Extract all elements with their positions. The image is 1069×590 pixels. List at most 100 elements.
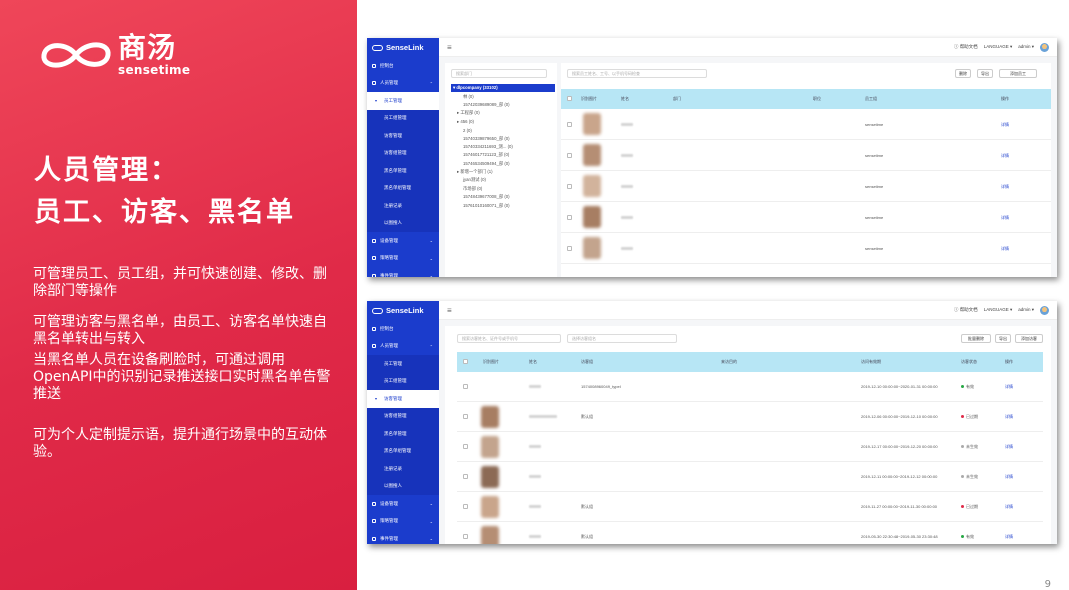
blurred-name: [529, 505, 541, 508]
tree-node[interactable]: 15740339879650_部 (0): [451, 134, 555, 142]
tree-node[interactable]: jyan测试 (0): [451, 176, 555, 184]
sidebar-item-label: 以图搜人: [384, 220, 402, 226]
blurred-name: [621, 123, 633, 126]
user-menu[interactable]: admin ▾: [1018, 44, 1034, 50]
avatar[interactable]: [1040, 305, 1049, 315]
sidebar-item[interactable]: 设备管理 ⌄: [367, 232, 439, 250]
help-link[interactable]: ⓘ 帮助文档: [954, 307, 978, 313]
sidebar-item[interactable]: 黑名单管理: [367, 425, 439, 443]
group-cell: sensetime: [865, 122, 884, 127]
row-checkbox[interactable]: [567, 246, 572, 251]
sidebar-item[interactable]: 员工组管理: [367, 372, 439, 390]
tree-node[interactable]: ▸ 新增一个部门 (1): [451, 168, 555, 176]
help-link[interactable]: ⓘ 帮助文档: [954, 44, 978, 50]
sidebar-item[interactable]: 黑名单组管理: [367, 179, 439, 197]
batch-delete-button[interactable]: 批量删除: [961, 334, 991, 343]
export-button[interactable]: 导出: [977, 69, 993, 78]
row-checkbox[interactable]: [463, 474, 468, 479]
row-checkbox[interactable]: [567, 215, 572, 220]
visitor-search-input[interactable]: 搜索访客姓名、证件号或手机号: [457, 334, 561, 343]
detail-link[interactable]: 详情: [1001, 184, 1009, 190]
table-row: 默认组 2019-05-30 22:30:48~2019-05-30 23:30:…: [457, 522, 1043, 544]
employee-search-input[interactable]: 搜索员工姓名、工号、以手机号码检查: [567, 69, 707, 78]
tree-node[interactable]: 15740334211693_测... (0): [451, 143, 555, 151]
tree-node[interactable]: 15746534509494_部 (0): [451, 160, 555, 168]
department-search-input[interactable]: 搜索部门: [451, 69, 547, 78]
sidebar-item[interactable]: 访客组管理: [367, 144, 439, 162]
add-employee-button[interactable]: 添加员工: [999, 69, 1037, 78]
row-checkbox[interactable]: [567, 184, 572, 189]
add-visitor-button[interactable]: 添加访客: [1015, 334, 1043, 343]
sidebar-item[interactable]: ▾ 访客管理: [367, 390, 439, 408]
delete-button[interactable]: 删除: [955, 69, 971, 78]
face-photo: [583, 144, 601, 166]
tree-node[interactable]: 15761010160071_部 (0): [451, 201, 555, 209]
desc-paragraph-3: 当黑名单人员在设备刷脸时，可通过调用OpenAPI中的识别记录推送接口实时黑名单…: [33, 352, 331, 402]
avatar[interactable]: [1040, 42, 1049, 52]
detail-link[interactable]: 详情: [1001, 246, 1009, 252]
row-checkbox[interactable]: [463, 384, 468, 389]
user-menu[interactable]: admin ▾: [1018, 307, 1034, 313]
sidebar-item-label: 黑名单组管理: [384, 185, 411, 191]
row-checkbox[interactable]: [463, 444, 468, 449]
detail-link[interactable]: 详情: [1005, 534, 1013, 540]
menu-toggle-icon[interactable]: ≡: [447, 43, 452, 52]
tree-node[interactable]: 市场部 (0): [451, 185, 555, 193]
tree-node[interactable]: 15746017721123_部 (0): [451, 151, 555, 159]
tree-node[interactable]: 15742039689089_部 (0): [451, 101, 555, 109]
detail-link[interactable]: 详情: [1001, 215, 1009, 221]
row-checkbox[interactable]: [567, 153, 572, 158]
status-dot: [961, 505, 964, 508]
tree-node[interactable]: ▸ 456 (0): [451, 118, 555, 126]
language-select[interactable]: LANGUAGE ▾: [984, 44, 1013, 50]
column-header: 部门: [673, 96, 681, 101]
row-checkbox[interactable]: [567, 122, 572, 127]
tree-node[interactable]: ▸ 工程部 (0): [451, 109, 555, 117]
sidebar-item[interactable]: 控制台: [367, 320, 439, 338]
detail-link[interactable]: 详情: [1005, 504, 1013, 510]
sidebar-item[interactable]: 员工管理: [367, 355, 439, 373]
detail-link[interactable]: 详情: [1001, 153, 1009, 159]
export-button[interactable]: 导出: [995, 334, 1011, 343]
visitor-group-select[interactable]: 选择访客组名: [567, 334, 677, 343]
sidebar-item[interactable]: 以图搜人: [367, 477, 439, 495]
sidebar-item[interactable]: 设备管理 ⌄: [367, 495, 439, 513]
sidebar-item[interactable]: 以图搜人: [367, 214, 439, 232]
sidebar-item[interactable]: 访客组管理: [367, 407, 439, 425]
main-content: 搜索部门 ▾ dlpcompany (33102) 林 (0) 1574203968…: [439, 57, 1057, 277]
tree-node[interactable]: 2 (0): [451, 126, 555, 134]
group-cell: 默认组: [581, 504, 593, 509]
sidebar-item[interactable]: 事件管理 ⌄: [367, 267, 439, 277]
row-checkbox[interactable]: [463, 504, 468, 509]
sidebar-item-label: 注册记录: [384, 465, 402, 471]
row-checkbox[interactable]: [463, 414, 468, 419]
tree-node[interactable]: 15748439677008_部 (0): [451, 193, 555, 201]
sidebar-item[interactable]: 黑名单管理: [367, 162, 439, 180]
sidebar-item[interactable]: 访客管理: [367, 127, 439, 145]
detail-link[interactable]: 详情: [1005, 474, 1013, 480]
sidebar-item[interactable]: 人员管理 ⌃: [367, 75, 439, 93]
language-select[interactable]: LANGUAGE ▾: [984, 307, 1013, 313]
select-all-checkbox[interactable]: [463, 359, 468, 364]
group-cell: sensetime: [865, 215, 884, 220]
sidebar-item[interactable]: 人员管理 ⌃: [367, 338, 439, 356]
tree-node[interactable]: 林 (0): [451, 92, 555, 100]
sidebar-item[interactable]: 注册记录: [367, 460, 439, 478]
select-all-checkbox[interactable]: [567, 96, 572, 101]
detail-link[interactable]: 详情: [1005, 384, 1013, 390]
menu-toggle-icon[interactable]: ≡: [447, 306, 452, 315]
sidebar-item[interactable]: 控制台: [367, 57, 439, 75]
detail-link[interactable]: 详情: [1005, 414, 1013, 420]
sidebar-item[interactable]: 策略管理 ⌄: [367, 250, 439, 268]
sidebar-item[interactable]: 注册记录: [367, 197, 439, 215]
sidebar-item[interactable]: 黑名单组管理: [367, 442, 439, 460]
face-photo: [583, 237, 601, 259]
sidebar-item[interactable]: ▾ 员工管理: [367, 92, 439, 110]
detail-link[interactable]: 详情: [1005, 444, 1013, 450]
tree-node[interactable]: ▾ dlpcompany (33102): [451, 84, 555, 93]
sidebar-item[interactable]: 策略管理 ⌄: [367, 513, 439, 531]
detail-link[interactable]: 详情: [1001, 122, 1009, 128]
sidebar-item[interactable]: 员工组管理: [367, 109, 439, 127]
row-checkbox[interactable]: [463, 534, 468, 539]
sidebar-item[interactable]: 事件管理 ⌄: [367, 530, 439, 544]
